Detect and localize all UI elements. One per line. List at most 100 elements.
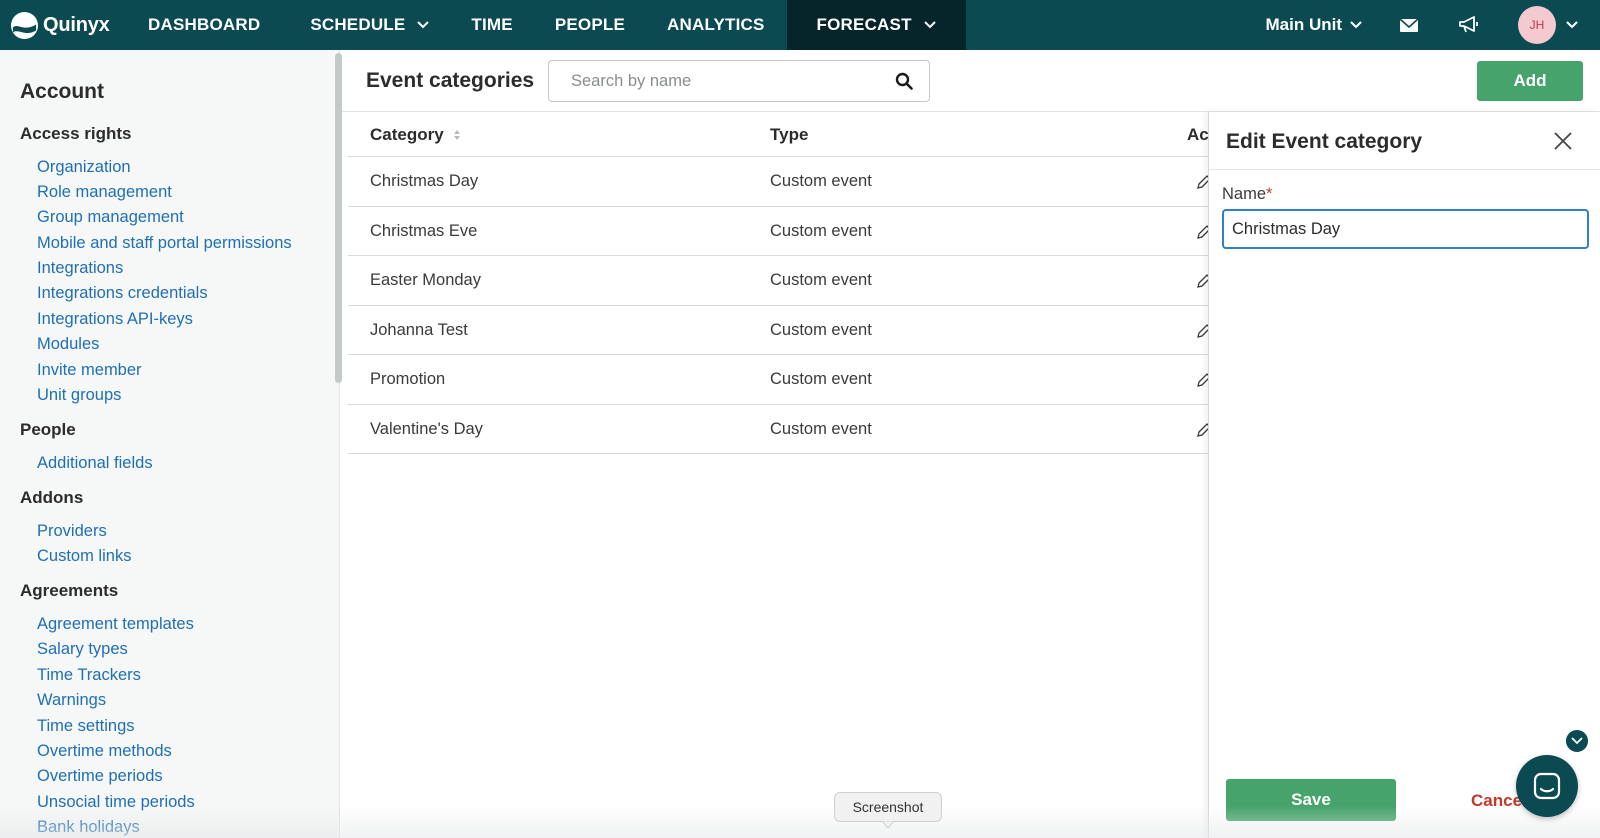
nav-time-label: TIME — [471, 15, 513, 34]
chat-minimize-button[interactable] — [1564, 728, 1590, 754]
sort-icon[interactable] — [453, 129, 461, 141]
sidebar-item-providers[interactable]: Providers — [37, 522, 107, 541]
sidebar-section-agreements: Agreements — [20, 581, 119, 600]
sidebar-item-agreement-templates[interactable]: Agreement templates — [37, 615, 194, 634]
sidebar-section-addons: Addons — [20, 488, 84, 507]
search-icon[interactable] — [895, 72, 913, 90]
sidebar-item-invite-member[interactable]: Invite member — [37, 361, 142, 380]
sidebar-item-salary-types[interactable]: Salary types — [37, 640, 128, 659]
table-row[interactable]: Christmas Day Custom event — [348, 157, 1211, 207]
sidebar-item-custom-links[interactable]: Custom links — [37, 547, 131, 566]
add-button[interactable]: Add — [1477, 61, 1583, 101]
page-title: Event categories — [366, 69, 535, 92]
cell-type: Custom event — [770, 221, 872, 240]
tooltip-arrow-icon — [882, 821, 894, 829]
search-input[interactable] — [571, 71, 895, 91]
required-mark: * — [1266, 185, 1273, 203]
messages-button[interactable] — [1398, 14, 1420, 36]
sidebar-item-organization[interactable]: Organization — [37, 158, 131, 177]
sidebar-section-people: People — [20, 420, 76, 439]
mail-icon — [1399, 17, 1419, 32]
nav-forecast-label: FORECAST — [816, 15, 912, 34]
name-field[interactable] — [1222, 209, 1589, 249]
drawer-title: Edit Event category — [1226, 130, 1423, 153]
sidebar-item-unsocial-time-periods[interactable]: Unsocial time periods — [37, 793, 195, 812]
chat-icon — [1533, 772, 1561, 800]
quinyx-logo-icon — [10, 11, 39, 39]
sidebar-item-integrations[interactable]: Integrations — [37, 259, 123, 278]
app-name: Quinyx — [43, 13, 110, 36]
nav-people-label: PEOPLE — [554, 15, 626, 34]
avatar-initials: JH — [1529, 18, 1545, 32]
nav-schedule-label: SCHEDULE — [310, 15, 406, 34]
sidebar-item-warnings[interactable]: Warnings — [37, 691, 106, 710]
cell-category: Johanna Test — [370, 320, 468, 339]
table-header: Category Type Ac — [348, 112, 1209, 157]
sidebar-item-integrations-api-keys[interactable]: Integrations API-keys — [37, 310, 193, 329]
cell-type: Custom event — [770, 172, 872, 190]
chevron-down-icon — [1571, 737, 1583, 745]
nav-dashboard-label: DASHBOARD — [148, 15, 261, 34]
edit-event-category-drawer: Edit Event category Name* Save Cancel — [1208, 112, 1600, 838]
table-row[interactable]: Christmas Eve Custom event — [348, 207, 1211, 256]
nav-forecast[interactable]: FORECAST — [786, 0, 966, 50]
cell-type: Custom event — [770, 370, 872, 388]
announcements-button[interactable] — [1458, 14, 1480, 36]
nav-analytics-label: ANALYTICS — [667, 15, 765, 34]
column-header-type: Type — [770, 125, 809, 144]
chevron-down-icon — [923, 21, 936, 29]
sidebar-item-group-management[interactable]: Group management — [37, 208, 184, 227]
close-icon[interactable] — [1553, 131, 1573, 151]
column-header-actions: Ac — [1187, 125, 1209, 144]
table-row[interactable]: Easter Monday Custom event — [348, 256, 1211, 306]
top-nav: Quinyx DASHBOARD SCHEDULE TIME PEOPLE AN… — [0, 0, 1600, 50]
sidebar-item-integrations-credentials[interactable]: Integrations credentials — [37, 284, 208, 303]
chat-launcher[interactable] — [1516, 755, 1578, 817]
cell-category: Valentine's Day — [370, 419, 483, 438]
nav-dashboard[interactable]: DASHBOARD — [132, 0, 276, 50]
cell-category: Promotion — [370, 370, 446, 388]
nav-schedule[interactable]: SCHEDULE — [294, 0, 445, 50]
app-logo[interactable]: Quinyx — [0, 0, 132, 50]
drawer-header: Edit Event category — [1209, 112, 1600, 170]
screenshot-tooltip: Screenshot — [834, 792, 942, 822]
cell-type: Custom event — [770, 419, 872, 438]
table-row[interactable]: Promotion Custom event — [348, 355, 1211, 405]
chevron-down-icon — [417, 21, 430, 29]
table-row[interactable]: Valentine's Day Custom event — [348, 405, 1211, 454]
name-label-text: Name — [1222, 185, 1267, 203]
sidebar-item-mobile-staff-portal-permissions[interactable]: Mobile and staff portal permissions — [37, 234, 292, 253]
chevron-down-icon[interactable] — [1566, 21, 1578, 29]
cell-category: Christmas Day — [370, 172, 479, 190]
chevron-down-icon — [1350, 21, 1362, 29]
cell-category: Christmas Eve — [370, 221, 478, 240]
sidebar-item-additional-fields[interactable]: Additional fields — [37, 454, 153, 473]
sidebar-item-unit-groups[interactable]: Unit groups — [37, 386, 121, 405]
column-header-category[interactable]: Category — [370, 125, 461, 145]
name-field-label: Name* — [1222, 185, 1272, 204]
nav-people[interactable]: PEOPLE — [539, 0, 641, 50]
cell-type: Custom event — [770, 271, 872, 289]
cell-category: Easter Monday — [370, 271, 481, 289]
sidebar-section-access-rights: Access rights — [20, 124, 132, 143]
avatar[interactable]: JH — [1518, 6, 1556, 44]
sidebar-item-time-settings[interactable]: Time settings — [37, 717, 135, 736]
save-button[interactable]: Save — [1226, 779, 1396, 821]
megaphone-icon — [1459, 16, 1478, 33]
sidebar-scrollbar[interactable] — [335, 53, 342, 383]
sidebar-item-role-management[interactable]: Role management — [37, 183, 172, 202]
sidebar-item-overtime-periods[interactable]: Overtime periods — [37, 767, 163, 786]
column-header-category-label: Category — [370, 125, 444, 144]
unit-selector[interactable]: Main Unit — [1266, 15, 1363, 35]
nav-analytics[interactable]: ANALYTICS — [651, 0, 781, 50]
search-box[interactable] — [548, 60, 930, 102]
sidebar-title: Account — [20, 80, 104, 103]
table-row[interactable]: Johanna Test Custom event — [348, 306, 1211, 355]
nav-time[interactable]: TIME — [455, 0, 528, 50]
unit-selector-label: Main Unit — [1265, 15, 1343, 34]
sidebar-item-bank-holidays[interactable]: Bank holidays — [37, 818, 140, 837]
sidebar-item-overtime-methods[interactable]: Overtime methods — [37, 742, 172, 761]
sidebar-item-modules[interactable]: Modules — [37, 335, 99, 354]
event-categories-table: Category Type Ac Christmas Day Custom ev… — [348, 112, 1211, 454]
sidebar-item-time-trackers[interactable]: Time Trackers — [37, 666, 141, 685]
